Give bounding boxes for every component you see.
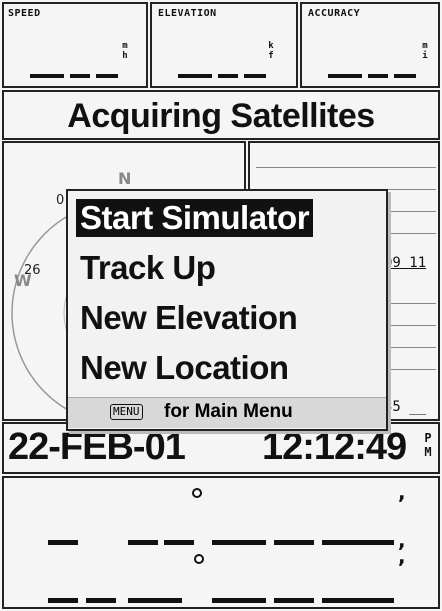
- placeholder-dash: [128, 540, 158, 545]
- placeholder-dash: [48, 598, 78, 603]
- unit-bottom: i: [422, 51, 428, 61]
- degree-symbol: [194, 554, 204, 564]
- placeholder-dash: [244, 74, 266, 78]
- placeholder-dash: [96, 74, 118, 78]
- status-text: Acquiring Satellites: [67, 97, 375, 135]
- placeholder-dash: [368, 74, 388, 78]
- placeholder-dash: [70, 74, 90, 78]
- satellite-ids-row2: 35 __: [384, 399, 427, 415]
- signal-line: [256, 167, 436, 168]
- placeholder-dash: [212, 598, 266, 603]
- menu-item-track-up[interactable]: Track Up: [80, 249, 216, 287]
- unit-top: m: [122, 41, 128, 51]
- placeholder-dash: [178, 74, 212, 78]
- menu-item-new-elevation[interactable]: New Elevation: [80, 299, 298, 337]
- ring-label: 26: [24, 263, 41, 278]
- unit-top: m: [422, 41, 428, 51]
- date-text: 22-FEB-01: [8, 426, 186, 468]
- satellite-ids-row1: 09 11: [384, 255, 427, 271]
- unit-bottom: f: [268, 51, 274, 61]
- options-menu: Start Simulator Track Up New Elevation N…: [66, 189, 388, 431]
- degree-symbol: [192, 488, 202, 498]
- compass-north: N: [118, 169, 132, 188]
- minute-symbol: ,: [398, 480, 406, 504]
- ring-label: 0: [56, 193, 65, 208]
- status-bar: Acquiring Satellites: [2, 90, 440, 140]
- unit-bottom: h: [122, 51, 128, 61]
- placeholder-dash: [218, 74, 238, 78]
- placeholder-dash: [212, 540, 266, 545]
- placeholder-dash: [86, 598, 116, 603]
- field-label: ACCURACY: [308, 8, 361, 19]
- minute-symbol: ,: [398, 544, 406, 568]
- ampm-top: P: [424, 431, 432, 445]
- menu-footer-text: for Main Menu: [164, 401, 293, 422]
- time-text: 12:12:49: [262, 426, 407, 468]
- placeholder-dash: [128, 598, 182, 603]
- placeholder-dash: [48, 540, 78, 545]
- unit-top: k: [268, 41, 274, 51]
- menu-footer: MENU for Main Menu: [68, 397, 386, 428]
- field-label: SPEED: [8, 8, 41, 19]
- placeholder-dash: [394, 74, 416, 78]
- placeholder-dash: [322, 598, 394, 603]
- field-speed[interactable]: SPEED m h: [2, 2, 148, 88]
- placeholder-dash: [274, 540, 314, 545]
- field-accuracy[interactable]: ACCURACY m i: [300, 2, 440, 88]
- placeholder-dash: [30, 74, 64, 78]
- placeholder-dash: [322, 540, 394, 545]
- menu-item-start-simulator[interactable]: Start Simulator: [76, 199, 314, 237]
- gps-screen: SPEED m h ELEVATION k f ACCURACY m i Acq…: [0, 0, 442, 611]
- menu-key-icon: MENU: [110, 404, 143, 420]
- placeholder-dash: [164, 540, 194, 545]
- ampm-bottom: M: [424, 445, 432, 459]
- position-area: , , ,: [2, 476, 440, 609]
- field-elevation[interactable]: ELEVATION k f: [150, 2, 298, 88]
- placeholder-dash: [328, 74, 362, 78]
- placeholder-dash: [274, 598, 314, 603]
- menu-item-new-location[interactable]: New Location: [80, 349, 289, 387]
- field-label: ELEVATION: [158, 8, 217, 19]
